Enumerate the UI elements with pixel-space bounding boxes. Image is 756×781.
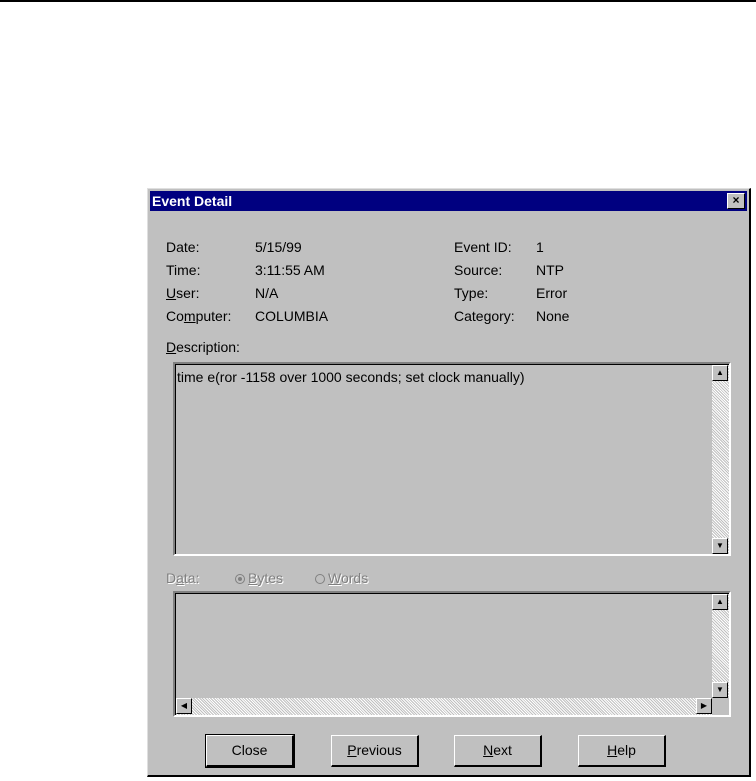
date-label: Date:	[166, 239, 200, 255]
computer-label-accel: m	[183, 308, 196, 324]
computer-label: Computer:	[166, 308, 231, 324]
words-accel: W	[328, 570, 341, 586]
user-label: User:	[166, 285, 199, 301]
description-vscrollbar[interactable]: ▲ ▼	[712, 365, 729, 554]
help-accel: H	[607, 742, 618, 758]
event-detail-dialog: Event Detail × Date: 5/15/99 Time: 3:11:…	[147, 188, 751, 777]
description-label-rest: escription:	[176, 339, 240, 355]
eventid-value: 1	[536, 239, 544, 255]
data-hscrollbar[interactable]: ◀ ▶	[176, 698, 712, 715]
data-label-b: ta:	[183, 570, 200, 586]
time-label: Time:	[166, 262, 201, 278]
scroll-right-icon[interactable]: ▶	[696, 698, 712, 714]
previous-accel: P	[347, 742, 357, 758]
top-rule	[0, 0, 756, 2]
computer-label-b: puter:	[195, 308, 232, 324]
category-label: Category:	[454, 308, 515, 324]
description-text: time e(ror -1158 over 1000 seconds; set …	[177, 369, 525, 385]
words-radio[interactable]: Words	[315, 570, 368, 586]
description-label-accel: D	[166, 339, 177, 355]
close-button[interactable]: Close	[205, 734, 295, 768]
close-icon[interactable]: ×	[727, 193, 745, 209]
category-value: None	[536, 308, 570, 324]
source-value: NTP	[536, 262, 564, 278]
bytes-label: ytes	[257, 570, 284, 586]
scroll-down-icon[interactable]: ▼	[712, 538, 728, 554]
next-accel: N	[483, 742, 494, 758]
user-label-accel: U	[166, 285, 177, 301]
help-label: elp	[617, 742, 636, 758]
title-bar[interactable]: Event Detail ×	[150, 191, 747, 211]
date-value: 5/15/99	[255, 239, 302, 255]
words-label: ords	[340, 570, 369, 586]
bytes-radio[interactable]: Bytes	[235, 570, 283, 586]
scroll-left-icon[interactable]: ◀	[176, 698, 192, 714]
description-label: Description:	[166, 339, 240, 355]
dialog-title: Event Detail	[152, 193, 233, 209]
description-textbox[interactable]: time e(ror -1158 over 1000 seconds; set …	[173, 362, 731, 556]
data-label-a: D	[166, 570, 177, 586]
previous-button[interactable]: Previous	[331, 735, 419, 767]
previous-label: revious	[356, 742, 402, 758]
words-radio-dot	[315, 574, 325, 584]
user-value: N/A	[255, 285, 279, 301]
source-label: Source:	[454, 262, 503, 278]
eventid-label: Event ID:	[454, 239, 512, 255]
computer-value: COLUMBIA	[255, 308, 329, 324]
bytes-accel: B	[248, 570, 258, 586]
data-vscrollbar[interactable]: ▲ ▼	[712, 594, 729, 698]
data-scroll-down-icon[interactable]: ▼	[712, 682, 728, 698]
data-label: Data:	[166, 570, 200, 586]
bytes-radio-dot	[235, 574, 245, 584]
time-value: 3:11:55 AM	[255, 262, 325, 278]
computer-label-a: Co	[166, 308, 184, 324]
data-label-accel: a	[176, 570, 184, 586]
scroll-up-icon[interactable]: ▲	[712, 365, 728, 381]
type-label: Type:	[454, 285, 489, 301]
user-label-rest: ser:	[176, 285, 200, 301]
next-label: ext	[493, 742, 512, 758]
type-value: Error	[536, 285, 568, 301]
help-button[interactable]: Help	[578, 735, 666, 767]
data-textbox[interactable]: ▲ ▼ ◀ ▶	[173, 591, 731, 717]
next-button[interactable]: Next	[454, 735, 542, 767]
data-scroll-up-icon[interactable]: ▲	[712, 594, 728, 610]
